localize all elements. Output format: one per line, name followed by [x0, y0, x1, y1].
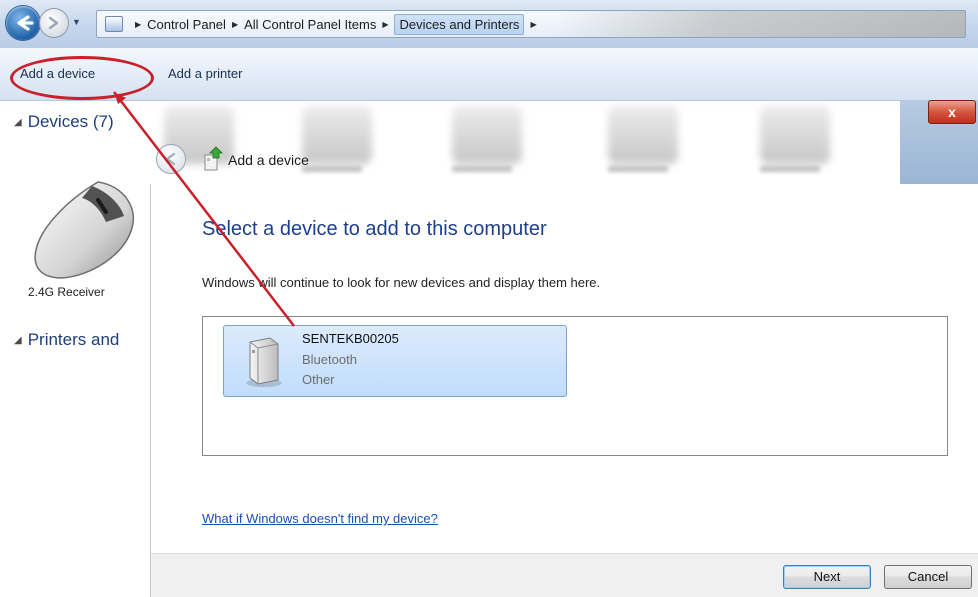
- dialog-heading: Select a device to add to this computer: [202, 218, 547, 240]
- cancel-button[interactable]: Cancel: [884, 565, 972, 589]
- recent-pages-dropdown-icon[interactable]: ▼: [72, 17, 81, 27]
- blurred-label: [452, 166, 512, 172]
- wizard-back-button[interactable]: [156, 144, 186, 174]
- back-arrow-icon[interactable]: [6, 6, 40, 40]
- blurred-label: [608, 166, 668, 172]
- close-button[interactable]: x: [928, 100, 976, 124]
- collapse-triangle-icon[interactable]: ◢: [14, 335, 22, 346]
- breadcrumb-separator-icon[interactable]: ▶: [135, 20, 141, 29]
- generic-device-icon: [242, 336, 286, 391]
- blurred-device: [760, 106, 830, 164]
- add-printer-button[interactable]: Add a printer: [168, 66, 242, 81]
- device-name: SENTEKB00205: [302, 331, 399, 346]
- forward-arrow-icon[interactable]: [40, 9, 68, 37]
- breadcrumb-devices-and-printers[interactable]: Devices and Printers: [394, 13, 525, 35]
- add-device-wizard-icon: [202, 146, 224, 175]
- blurred-label: [760, 166, 820, 172]
- breadcrumb-separator-icon[interactable]: ▶: [382, 20, 388, 29]
- dialog-title: Add a device: [228, 152, 309, 168]
- blurred-device: [302, 106, 372, 164]
- address-bar-blurred-area: [554, 11, 965, 37]
- breadcrumb-separator-icon[interactable]: ▶: [530, 20, 536, 29]
- control-panel-icon: [105, 16, 123, 32]
- annotation-highlight-oval: [10, 56, 154, 100]
- mouse-icon[interactable]: [28, 178, 140, 287]
- breadcrumb-separator-icon[interactable]: ▶: [232, 20, 238, 29]
- blurred-device: [608, 106, 678, 164]
- device-connection: Bluetooth: [302, 352, 357, 367]
- blurred-label: [302, 166, 362, 172]
- list-item[interactable]: SENTEKB00205 Bluetooth Other: [223, 325, 567, 397]
- printers-group-header[interactable]: ◢ Printers and: [14, 330, 119, 350]
- help-link[interactable]: What if Windows doesn't find my device?: [202, 511, 438, 526]
- breadcrumb[interactable]: ▶ Control Panel ▶ All Control Panel Item…: [96, 10, 966, 38]
- device-category: Other: [302, 372, 335, 387]
- address-bar: ▼ ▶ Control Panel ▶ All Control Panel It…: [0, 0, 978, 48]
- close-icon: x: [948, 104, 956, 120]
- device-label-receiver[interactable]: 2.4G Receiver: [28, 285, 105, 299]
- breadcrumb-all-items[interactable]: All Control Panel Items: [244, 17, 376, 32]
- devices-group-label: Devices (7): [27, 112, 114, 131]
- dialog-instruction: Windows will continue to look for new de…: [202, 275, 601, 290]
- blurred-device: [452, 106, 522, 164]
- devices-group-header[interactable]: ◢ Devices (7): [14, 112, 114, 132]
- next-button[interactable]: Next: [783, 565, 871, 589]
- blurred-background-devices: [150, 100, 978, 184]
- breadcrumb-control-panel[interactable]: Control Panel: [147, 17, 226, 32]
- device-list[interactable]: SENTEKB00205 Bluetooth Other: [202, 316, 948, 456]
- printers-group-label: Printers and: [27, 330, 120, 349]
- collapse-triangle-icon[interactable]: ◢: [14, 117, 22, 128]
